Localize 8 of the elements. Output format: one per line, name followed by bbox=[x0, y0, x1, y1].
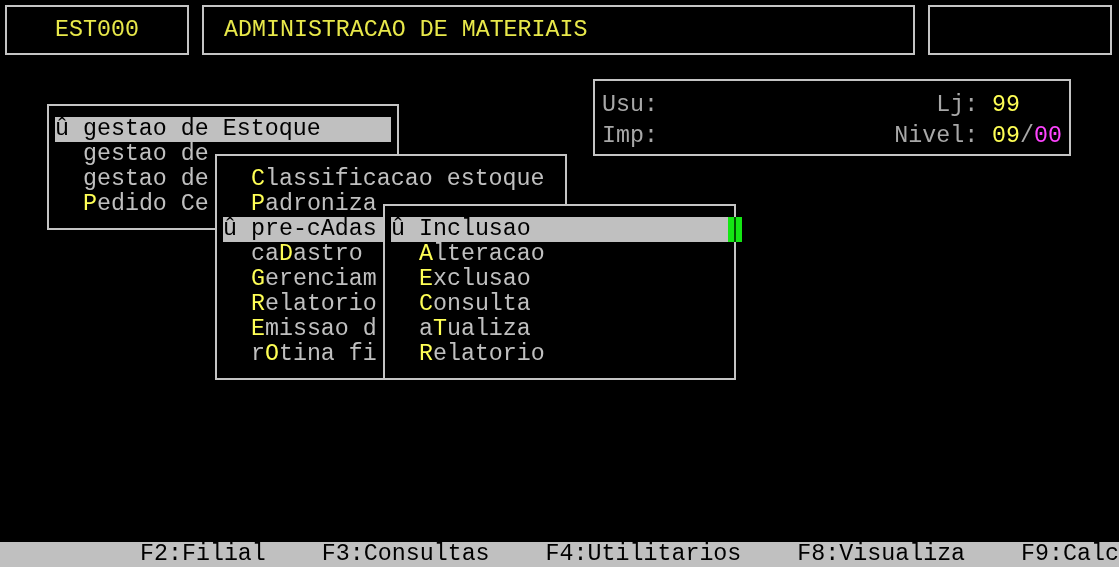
store-label: Lj: bbox=[936, 93, 979, 120]
level-label: Nivel: bbox=[894, 123, 979, 151]
store-value: 99 bbox=[992, 93, 1022, 120]
printer-label: Imp: bbox=[602, 123, 659, 151]
user-label: Usu: bbox=[602, 93, 659, 120]
screen-title: ADMINISTRACAO DE MATERIAIS bbox=[202, 5, 915, 55]
program-code: EST000 bbox=[5, 5, 189, 55]
level-value: 09/00 bbox=[992, 123, 1062, 151]
